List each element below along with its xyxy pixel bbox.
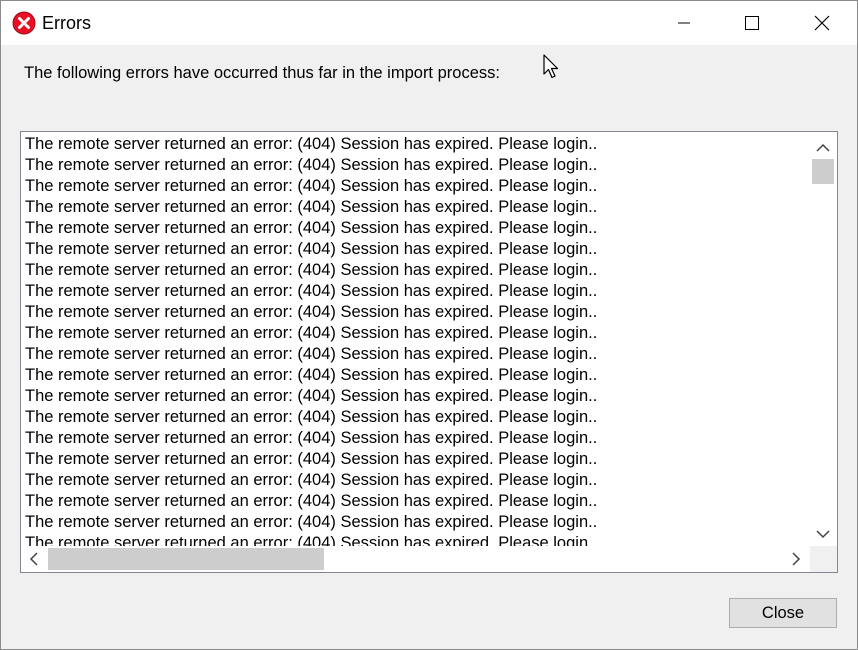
vertical-scroll-thumb[interactable] bbox=[812, 159, 834, 184]
horizontal-scroll-thumb[interactable] bbox=[48, 548, 324, 570]
scroll-right-icon[interactable] bbox=[791, 552, 801, 571]
maximize-icon bbox=[745, 16, 759, 30]
error-list[interactable]: The remote server returned an error: (40… bbox=[20, 131, 838, 573]
window-title: Errors bbox=[42, 13, 91, 33]
error-list-item[interactable]: The remote server returned an error: (40… bbox=[25, 134, 805, 155]
error-list-item[interactable]: The remote server returned an error: (40… bbox=[25, 533, 805, 546]
error-list-item[interactable]: The remote server returned an error: (40… bbox=[25, 407, 805, 428]
error-list-item[interactable]: The remote server returned an error: (40… bbox=[25, 449, 805, 470]
error-list-item[interactable]: The remote server returned an error: (40… bbox=[25, 197, 805, 218]
close-icon bbox=[814, 15, 830, 31]
error-list-item[interactable]: The remote server returned an error: (40… bbox=[25, 344, 805, 365]
errors-dialog: Errors The following errors have occurre… bbox=[0, 0, 858, 650]
error-list-item[interactable]: The remote server returned an error: (40… bbox=[25, 386, 805, 407]
window-close-button[interactable] bbox=[787, 1, 857, 45]
vertical-scrollbar[interactable] bbox=[810, 132, 837, 546]
intro-message: The following errors have occurred thus … bbox=[24, 64, 500, 82]
error-list-item[interactable]: The remote server returned an error: (40… bbox=[25, 176, 805, 197]
error-list-item[interactable]: The remote server returned an error: (40… bbox=[25, 155, 805, 176]
minimize-icon bbox=[678, 22, 690, 24]
scroll-left-icon[interactable] bbox=[29, 552, 39, 571]
error-list-item[interactable]: The remote server returned an error: (40… bbox=[25, 302, 805, 323]
mouse-cursor-icon bbox=[543, 54, 561, 85]
scroll-up-icon[interactable] bbox=[816, 140, 830, 158]
error-list-item[interactable]: The remote server returned an error: (40… bbox=[25, 491, 805, 512]
error-list-item[interactable]: The remote server returned an error: (40… bbox=[25, 281, 805, 302]
error-list-item[interactable]: The remote server returned an error: (40… bbox=[25, 428, 805, 449]
horizontal-scrollbar[interactable] bbox=[21, 546, 810, 572]
error-list-lines: The remote server returned an error: (40… bbox=[25, 134, 805, 546]
error-list-item[interactable]: The remote server returned an error: (40… bbox=[25, 218, 805, 239]
error-list-item[interactable]: The remote server returned an error: (40… bbox=[25, 470, 805, 491]
error-list-item[interactable]: The remote server returned an error: (40… bbox=[25, 260, 805, 281]
maximize-button[interactable] bbox=[717, 1, 787, 45]
error-list-item[interactable]: The remote server returned an error: (40… bbox=[25, 512, 805, 533]
error-list-item[interactable]: The remote server returned an error: (40… bbox=[25, 239, 805, 260]
scroll-down-icon[interactable] bbox=[816, 526, 830, 544]
error-list-item[interactable]: The remote server returned an error: (40… bbox=[25, 323, 805, 344]
minimize-button[interactable] bbox=[649, 1, 719, 45]
error-list-item[interactable]: The remote server returned an error: (40… bbox=[25, 365, 805, 386]
scrollbar-corner bbox=[810, 546, 837, 572]
title-bar[interactable]: Errors bbox=[1, 1, 857, 45]
close-button[interactable]: Close bbox=[729, 598, 837, 628]
error-icon bbox=[12, 11, 36, 35]
